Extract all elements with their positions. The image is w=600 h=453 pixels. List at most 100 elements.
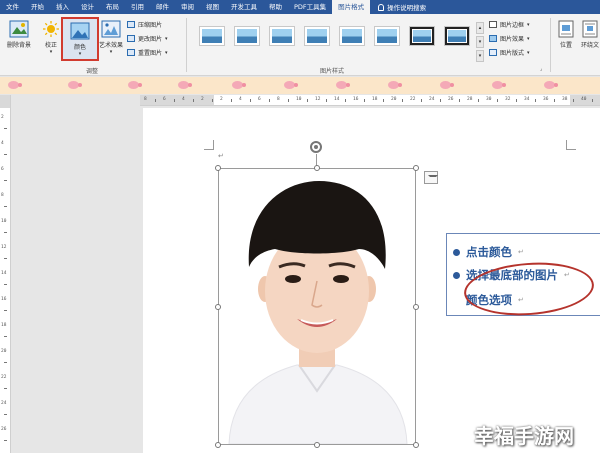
ruler-number: 10 xyxy=(296,97,302,102)
group-divider xyxy=(186,18,187,72)
color-button[interactable]: 颜色 ▾ xyxy=(61,17,99,61)
reset-picture-button[interactable]: 重置图片 ▾ xyxy=(127,48,168,57)
picture-effects-icon xyxy=(489,35,497,42)
resize-handle-left[interactable] xyxy=(215,304,221,310)
ruler-number: 2 xyxy=(220,97,223,102)
layout-options-icon[interactable] xyxy=(424,171,438,184)
ruler-tick xyxy=(231,99,232,102)
tab-design[interactable]: 设计 xyxy=(75,0,100,14)
chevron-down-icon: ▾ xyxy=(527,49,530,56)
ruler-number: 10 xyxy=(1,219,7,224)
tab-home[interactable]: 开始 xyxy=(25,0,50,14)
pig-decoration-icon xyxy=(68,81,82,89)
picture-layout-button[interactable]: 图片版式 ▾ xyxy=(489,48,530,57)
remove-background-label: 删除背景 xyxy=(6,42,31,49)
ruler-number: 26 xyxy=(1,427,7,432)
dialog-launcher-icon[interactable]: ⌟ xyxy=(540,66,542,72)
change-picture-label: 更改图片 xyxy=(138,36,163,43)
pig-decoration-icon xyxy=(128,81,142,89)
corrections-button[interactable]: 校正 ▾ xyxy=(40,20,62,55)
reset-picture-label: 重置图片 xyxy=(138,50,163,57)
gallery-expand-icon[interactable]: ▾ xyxy=(476,50,484,62)
remove-background-button[interactable]: 删除背景 xyxy=(2,20,36,49)
picture-style-8[interactable] xyxy=(444,26,470,46)
vertical-ruler[interactable]: 2 4 6 8 10 12 14 16 18 20 22 24 26 xyxy=(0,95,11,453)
picture-style-5[interactable] xyxy=(339,26,365,46)
watermark-text: 幸福手游网 xyxy=(474,424,574,448)
ruler-tick xyxy=(459,99,460,102)
tab-pdf-tools[interactable]: PDF工具集 xyxy=(288,0,332,14)
ruler-number: 6 xyxy=(1,167,4,172)
tab-developer[interactable]: 开发工具 xyxy=(225,0,263,14)
resize-handle-top[interactable] xyxy=(314,165,320,171)
position-label: 位置 xyxy=(559,42,572,49)
tab-mailings[interactable]: 邮件 xyxy=(150,0,175,14)
picture-style-6[interactable] xyxy=(374,26,400,46)
picture-style-2[interactable] xyxy=(234,26,260,46)
ruler-number: 30 xyxy=(486,97,492,102)
tab-insert[interactable]: 插入 xyxy=(50,0,75,14)
color-label: 颜色 xyxy=(73,44,86,51)
picture-style-1[interactable] xyxy=(199,26,225,46)
change-picture-button[interactable]: 更改图片 ▾ xyxy=(127,34,168,43)
ruler-tick xyxy=(212,99,213,102)
tab-file[interactable]: 文件 xyxy=(0,0,25,14)
margin-crop-mark xyxy=(204,140,214,150)
ruler-number: 20 xyxy=(391,97,397,102)
resize-handle-bottom[interactable] xyxy=(314,442,320,448)
ribbon-picture-format: 删除背景 校正 ▾ 颜色 ▾ 艺术效果 ▾ 压缩图片 更改图片 ▾ 重置图片 ▾… xyxy=(0,14,600,76)
horizontal-ruler[interactable]: 8 6 4 2 2 4 6 8 10 12 14 16 18 20 22 24 26 28 30 32 34 36 38 40 xyxy=(140,95,600,106)
paragraph-mark-icon: ↵ xyxy=(518,248,524,256)
chevron-up-icon[interactable]: ▴ xyxy=(476,22,484,34)
remove-background-icon xyxy=(9,20,29,38)
ruler-number: 6 xyxy=(163,97,166,102)
ruler-tick xyxy=(250,99,251,102)
reset-picture-icon xyxy=(127,49,135,56)
selected-picture[interactable] xyxy=(218,168,416,445)
resize-handle-top-right[interactable] xyxy=(413,165,419,171)
ruler-number: 2 xyxy=(201,97,204,102)
ruler-tick xyxy=(307,99,308,102)
tab-picture-format[interactable]: 图片格式 xyxy=(332,0,371,14)
pig-decoration-icon xyxy=(8,81,22,89)
chevron-down-icon: ▾ xyxy=(49,49,53,55)
compress-pictures-button[interactable]: 压缩图片 xyxy=(127,20,162,29)
picture-style-3[interactable] xyxy=(269,26,295,46)
ruler-tick xyxy=(155,99,156,102)
picture-style-7[interactable] xyxy=(409,26,435,46)
styles-gallery-scroll[interactable]: ▴ ▾ ▾ xyxy=(476,22,484,62)
resize-handle-right[interactable] xyxy=(413,304,419,310)
picture-border-button[interactable]: 图片边框 ▾ xyxy=(489,20,530,29)
tell-me-search[interactable]: 操作说明搜索 xyxy=(378,2,426,12)
rotate-handle-icon[interactable] xyxy=(310,141,322,153)
ruler-number: 4 xyxy=(1,141,4,146)
ruler-number: 22 xyxy=(410,97,416,102)
picture-style-4[interactable] xyxy=(304,26,330,46)
tab-help[interactable]: 帮助 xyxy=(263,0,288,14)
ruler-tick xyxy=(4,414,7,415)
ruler-number: 26 xyxy=(448,97,454,102)
artistic-effects-button[interactable]: 艺术效果 ▾ xyxy=(96,20,126,55)
tab-layout[interactable]: 布局 xyxy=(100,0,125,14)
wrap-text-button[interactable]: 环绕文 xyxy=(579,20,600,49)
ruler-number: 22 xyxy=(1,375,7,380)
pig-decoration-icon xyxy=(178,81,192,89)
ruler-margin-top xyxy=(0,95,10,108)
picture-effects-button[interactable]: 图片效果 ▾ xyxy=(489,34,530,43)
tab-review[interactable]: 审阅 xyxy=(175,0,200,14)
tab-references[interactable]: 引用 xyxy=(125,0,150,14)
tab-view[interactable]: 视图 xyxy=(200,0,225,14)
picture-layout-icon xyxy=(489,49,497,56)
ruler-tick xyxy=(4,336,7,337)
chevron-down-icon[interactable]: ▾ xyxy=(476,36,484,48)
ruler-number: 38 xyxy=(562,97,568,102)
picture-border-icon xyxy=(489,21,497,28)
ruler-number: 24 xyxy=(429,97,435,102)
resize-handle-bottom-right[interactable] xyxy=(413,442,419,448)
ruler-tick xyxy=(4,180,7,181)
resize-handle-bottom-left[interactable] xyxy=(215,442,221,448)
position-button[interactable]: 位置 xyxy=(555,20,577,49)
ruler-number: 14 xyxy=(1,271,7,276)
bullet-dot-icon xyxy=(453,271,460,279)
resize-handle-top-left[interactable] xyxy=(215,165,221,171)
